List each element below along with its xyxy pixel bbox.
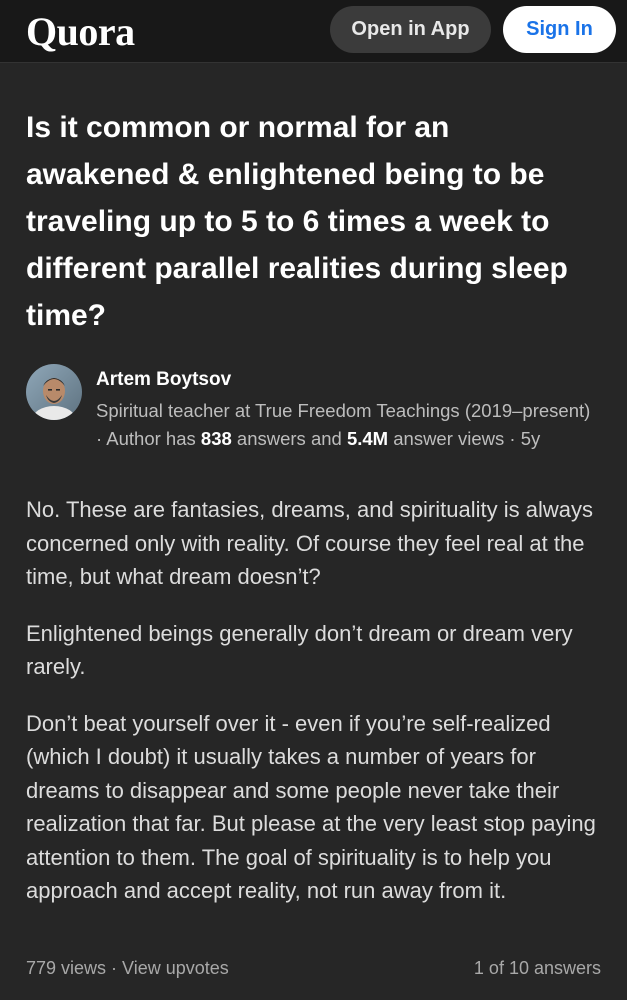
top-bar: Quora Open in App Sign In — [0, 0, 627, 63]
answer-stats: 779 views · View upvotes — [26, 958, 229, 979]
question-title[interactable]: Is it common or normal for an awakened &… — [26, 104, 586, 339]
sign-in-button[interactable]: Sign In — [503, 6, 616, 53]
author-credential: Spiritual teacher at True Freedom Teachi… — [96, 397, 596, 453]
answers-count: 838 — [200, 428, 232, 449]
credential-mid: answers and — [231, 428, 347, 449]
credential-suffix: answer views · 5y — [388, 428, 541, 449]
views-label: 779 views — [26, 958, 107, 978]
author-avatar[interactable] — [26, 364, 82, 420]
quora-logo[interactable]: Quora — [26, 8, 135, 55]
answer-paragraph: Don’t beat yourself over it - even if yo… — [26, 710, 596, 904]
answer-paragraph: Enlightened beings generally don’t dream… — [26, 620, 573, 680]
user-avatar-photo-icon — [26, 364, 82, 420]
views-count: 5.4M — [346, 428, 389, 449]
answer-body: No. These are fantasies, dreams, and spi… — [26, 493, 611, 931]
author-name[interactable]: Artem Boytsov — [96, 369, 231, 391]
answer-position: 1 of 10 answers — [473, 958, 601, 978]
open-in-app-button[interactable]: Open in App — [330, 6, 491, 53]
answer-paragraph: No. These are fantasies, dreams, and spi… — [26, 497, 593, 589]
stats-separator: · — [106, 958, 123, 978]
view-upvotes-link[interactable]: View upvotes — [122, 958, 229, 978]
page: Quora Open in App Sign In Is it common o… — [0, 0, 627, 1000]
